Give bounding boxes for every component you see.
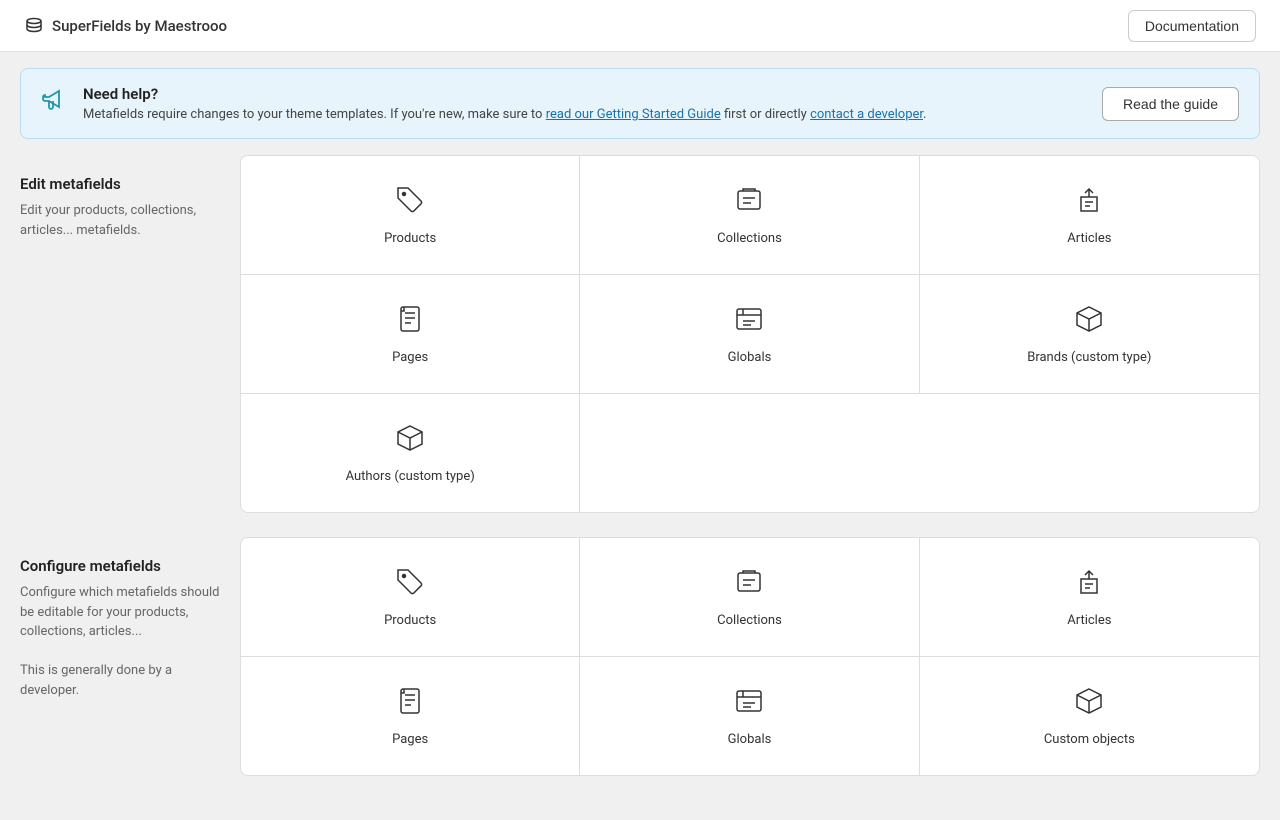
contact-developer-link[interactable]: contact a developer	[810, 107, 923, 122]
configure-pages-label: Pages	[392, 732, 428, 747]
configure-section-description: Configure which metafields should be edi…	[20, 583, 220, 700]
edit-collections-cell[interactable]: Collections	[580, 156, 919, 275]
globals-icon	[733, 303, 765, 340]
edit-brands-cell[interactable]: Brands (custom type)	[920, 275, 1259, 394]
configure-articles-label: Articles	[1067, 613, 1111, 628]
configure-collections-cell[interactable]: Collections	[580, 538, 919, 657]
edit-pages-label: Pages	[392, 350, 428, 365]
edit-products-label: Products	[384, 231, 436, 246]
configure-globals-label: Globals	[728, 732, 772, 747]
edit-articles-cell[interactable]: Articles	[920, 156, 1259, 275]
app-header: SuperFields by Maestrooo Documentation	[0, 0, 1280, 52]
configure-globals-cell[interactable]: Globals	[580, 657, 919, 775]
edit-grid: Products Collections Articles	[241, 156, 1259, 512]
main-content: Edit metafields Edit your products, coll…	[0, 155, 1280, 820]
edit-section-description: Edit your products, collections, article…	[20, 201, 220, 240]
edit-metafields-section: Edit metafields Edit your products, coll…	[20, 155, 1260, 513]
edit-globals-label: Globals	[728, 350, 772, 365]
edit-authors-label: Authors (custom type)	[346, 469, 475, 484]
configure-products-cell[interactable]: Products	[241, 538, 580, 657]
banner-description: Metafields require changes to your theme…	[83, 107, 926, 122]
configure-collections-label: Collections	[717, 613, 782, 628]
banner-text-block: Need help? Metafields require changes to…	[83, 85, 926, 122]
tag-icon	[394, 184, 426, 221]
configure-articles-cell[interactable]: Articles	[920, 538, 1259, 657]
configure-tag-icon	[394, 566, 426, 603]
configure-section-heading: Configure metafields	[20, 557, 220, 575]
configure-articles-icon	[1073, 566, 1105, 603]
banner-text-before: Metafields require changes to your theme…	[83, 107, 546, 122]
banner-content: Need help? Metafields require changes to…	[41, 85, 926, 122]
configure-grid-container: Products Collections Articles	[240, 537, 1260, 776]
banner-title: Need help?	[83, 85, 926, 103]
megaphone-icon	[41, 87, 69, 121]
database-icon	[24, 16, 44, 36]
configure-custom-objects-label: Custom objects	[1044, 732, 1135, 747]
edit-authors-cell[interactable]: Authors (custom type)	[241, 394, 580, 512]
configure-pages-icon	[394, 685, 426, 722]
edit-collections-label: Collections	[717, 231, 782, 246]
pages-icon	[394, 303, 426, 340]
help-banner: Need help? Metafields require changes to…	[20, 68, 1260, 139]
documentation-button[interactable]: Documentation	[1128, 10, 1256, 42]
configure-globals-icon	[733, 685, 765, 722]
read-guide-button[interactable]: Read the guide	[1102, 87, 1239, 121]
edit-empty-cell-1	[580, 394, 919, 512]
edit-brands-label: Brands (custom type)	[1027, 350, 1151, 365]
banner-text-between: first or directly	[721, 107, 810, 122]
configure-pages-cell[interactable]: Pages	[241, 657, 580, 775]
edit-products-cell[interactable]: Products	[241, 156, 580, 275]
configure-metafields-section: Configure metafields Configure which met…	[20, 537, 1260, 776]
edit-articles-label: Articles	[1067, 231, 1111, 246]
configure-section-label: Configure metafields Configure which met…	[20, 537, 240, 776]
configure-box-icon	[1073, 685, 1105, 722]
configure-custom-objects-cell[interactable]: Custom objects	[920, 657, 1259, 775]
edit-section-heading: Edit metafields	[20, 175, 220, 193]
articles-icon	[1073, 184, 1105, 221]
edit-grid-container: Products Collections Articles	[240, 155, 1260, 513]
collection-icon	[733, 184, 765, 221]
app-title: SuperFields by Maestrooo	[52, 17, 227, 35]
box-icon-authors	[394, 422, 426, 459]
box-icon-brands	[1073, 303, 1105, 340]
edit-section-label: Edit metafields Edit your products, coll…	[20, 155, 240, 513]
edit-pages-cell[interactable]: Pages	[241, 275, 580, 394]
edit-empty-cell-2	[920, 394, 1259, 512]
configure-collection-icon	[733, 566, 765, 603]
banner-text-after: .	[923, 107, 926, 122]
getting-started-link[interactable]: read our Getting Started Guide	[546, 107, 721, 122]
configure-grid: Products Collections Articles	[241, 538, 1259, 775]
edit-globals-cell[interactable]: Globals	[580, 275, 919, 394]
configure-products-label: Products	[384, 613, 436, 628]
app-logo: SuperFields by Maestrooo	[24, 16, 227, 36]
